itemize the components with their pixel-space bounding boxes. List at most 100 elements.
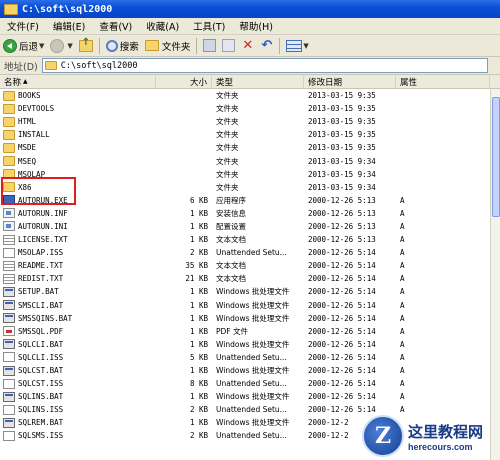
file-attr: A <box>400 248 405 258</box>
file-name-cell: SQLSMS.ISS <box>0 430 156 441</box>
file-row[interactable]: MSOLAP.ISS 2 KB Unattended Setu... 2000-12-… <box>0 246 500 259</box>
file-type: PDF 文件 <box>216 326 248 336</box>
file-row[interactable]: REDIST.TXT 21 KB 文本文档 2000-12-26 5:14 A <box>0 272 500 285</box>
file-type: 配置设置 <box>216 221 246 231</box>
file-size: 2 KB <box>189 405 208 415</box>
chevron-down-icon: ▼ <box>303 41 309 50</box>
file-size: 2 KB <box>189 248 208 258</box>
column-header-date[interactable]: 修改日期 <box>304 74 396 89</box>
chevron-down-icon: ▼ <box>67 41 73 50</box>
file-size: 1 KB <box>189 339 208 349</box>
folders-button[interactable]: 文件夹 <box>142 37 194 55</box>
watermark-logo-letter: Z <box>374 423 392 449</box>
file-row[interactable]: INSTALL 文件夹 2013-03-15 9:35 <box>0 128 500 141</box>
file-name: SETUP.BAT <box>18 287 59 297</box>
file-date: 2000-12-26 5:14 <box>308 339 376 349</box>
file-type: Windows 批处理文件 <box>216 300 290 310</box>
file-type: 文件夹 <box>216 104 239 114</box>
file-row[interactable]: SQLCLI.BAT 1 KB Windows 批处理文件 2000-12-26 5:… <box>0 338 500 351</box>
file-name: SQLINS.BAT <box>18 392 64 402</box>
column-header-attr[interactable]: 属性 <box>396 74 490 89</box>
file-name-cell: MSOLAP.ISS <box>0 247 156 258</box>
forward-button[interactable]: ▼ <box>47 37 75 55</box>
menu-favorites[interactable]: 收藏(A) <box>139 19 186 33</box>
column-name-label: 名称 <box>4 77 22 88</box>
file-row[interactable]: SMSSQL.PDF 1 KB PDF 文件 2000-12-26 5:14 A <box>0 325 500 338</box>
file-name: SQLCST.BAT <box>18 366 64 376</box>
watermark-text: 这里教程网 herecours.com <box>408 421 483 452</box>
menu-edit[interactable]: 编辑(E) <box>46 19 92 33</box>
menu-help[interactable]: 帮助(H) <box>232 19 280 33</box>
file-type: Windows 批处理文件 <box>216 287 290 297</box>
ini-icon <box>3 221 15 232</box>
file-type: Windows 批处理文件 <box>216 313 290 323</box>
file-type: 文件夹 <box>216 156 239 166</box>
bat-icon <box>3 286 15 297</box>
views-button[interactable]: ▼ <box>283 37 311 55</box>
file-name: SQLREM.BAT <box>18 418 64 428</box>
vertical-scrollbar[interactable] <box>490 89 500 460</box>
file-attr: A <box>400 195 405 205</box>
column-header-size[interactable]: 大小 <box>156 74 212 89</box>
file-date: 2000-12-26 5:14 <box>308 248 376 258</box>
file-row[interactable]: SETUP.BAT 1 KB Windows 批处理文件 2000-12-26 5:1… <box>0 285 500 298</box>
file-size: 35 KB <box>185 261 208 271</box>
column-header-name[interactable]: 名称 ▲ <box>0 74 156 89</box>
undo-icon[interactable]: ↶ <box>260 39 273 52</box>
file-attr: A <box>400 326 405 336</box>
file-size: 1 KB <box>189 366 208 376</box>
address-input[interactable]: C:\soft\sql2000 <box>41 58 488 73</box>
file-row[interactable]: SMSSQINS.BAT 1 KB Windows 批处理文件 2000-12-26 … <box>0 312 500 325</box>
file-row[interactable]: AUTORUN.INI 1 KB 配置设置 2000-12-26 5:13 A <box>0 220 500 233</box>
scrollbar-thumb[interactable] <box>492 97 500 217</box>
views-icon <box>286 39 303 52</box>
file-row[interactable]: BOOKS 文件夹 2013-03-15 9:35 <box>0 89 500 102</box>
file-row[interactable]: SQLCST.ISS 8 KB Unattended Setu... 2000-12-… <box>0 377 500 390</box>
highlight-box <box>1 177 76 205</box>
file-row[interactable]: SQLINS.BAT 1 KB Windows 批处理文件 2000-12-26 5:… <box>0 390 500 403</box>
search-icon <box>105 39 118 52</box>
up-folder-button[interactable] <box>76 37 96 55</box>
file-row[interactable]: SQLCST.BAT 1 KB Windows 批处理文件 2000-12-26 5:… <box>0 364 500 377</box>
file-row[interactable]: AUTORUN.INF 1 KB 安装信息 2000-12-26 5:13 A <box>0 207 500 220</box>
file-attr: A <box>400 300 405 310</box>
file-name: SQLCLI.ISS <box>18 352 64 362</box>
file-row[interactable]: SMSCLI.BAT 1 KB Windows 批处理文件 2000-12-26 5:… <box>0 299 500 312</box>
file-attr: A <box>400 352 405 362</box>
file-date: 2013-03-15 9:34 <box>308 169 376 179</box>
back-button[interactable]: 后退 ▼ <box>0 37 47 55</box>
menu-tools[interactable]: 工具(T) <box>186 19 232 33</box>
file-date: 2013-03-15 9:35 <box>308 130 376 140</box>
file-date: 2000-12-26 5:14 <box>308 379 376 389</box>
file-row[interactable]: README.TXT 35 KB 文本文档 2000-12-26 5:14 A <box>0 259 500 272</box>
menu-file[interactable]: 文件(F) <box>0 19 46 33</box>
folder-icon <box>3 90 15 101</box>
file-name: AUTORUN.INF <box>18 208 68 218</box>
file-row[interactable]: DEVTOOLS 文件夹 2013-03-15 9:35 <box>0 102 500 115</box>
file-size: 1 KB <box>189 392 208 402</box>
address-value: C:\soft\sql2000 <box>60 60 138 71</box>
file-name: BOOKS <box>18 91 41 101</box>
txt-icon <box>3 260 15 271</box>
file-type: Unattended Setu... <box>216 248 287 258</box>
iss-icon <box>3 378 15 389</box>
column-header-type[interactable]: 类型 <box>212 74 304 89</box>
file-row[interactable]: MSEQ 文件夹 2013-03-15 9:34 <box>0 154 500 167</box>
file-name: AUTORUN.INI <box>18 221 68 231</box>
search-button[interactable]: 搜索 <box>103 37 142 55</box>
menu-view[interactable]: 查看(V) <box>92 19 139 33</box>
file-name: SQLCST.ISS <box>18 379 64 389</box>
copy-to-icon[interactable] <box>222 39 236 52</box>
file-row[interactable]: HTML 文件夹 2013-03-15 9:35 <box>0 115 500 128</box>
file-type: 文本文档 <box>216 235 246 245</box>
file-date: 2000-12-26 5:14 <box>308 352 376 362</box>
move-to-icon[interactable] <box>203 39 217 52</box>
file-row[interactable]: SQLCLI.ISS 5 KB Unattended Setu... 2000-12-… <box>0 351 500 364</box>
file-row[interactable]: LICENSE.TXT 1 KB 文本文档 2000-12-26 5:13 A <box>0 233 500 246</box>
file-row[interactable]: MSDE 文件夹 2013-03-15 9:35 <box>0 141 500 154</box>
file-name-cell: BOOKS <box>0 90 156 101</box>
folder-icon <box>3 116 15 127</box>
bat-icon <box>3 339 15 350</box>
file-attr: A <box>400 287 405 297</box>
delete-icon[interactable]: ✕ <box>241 39 254 52</box>
